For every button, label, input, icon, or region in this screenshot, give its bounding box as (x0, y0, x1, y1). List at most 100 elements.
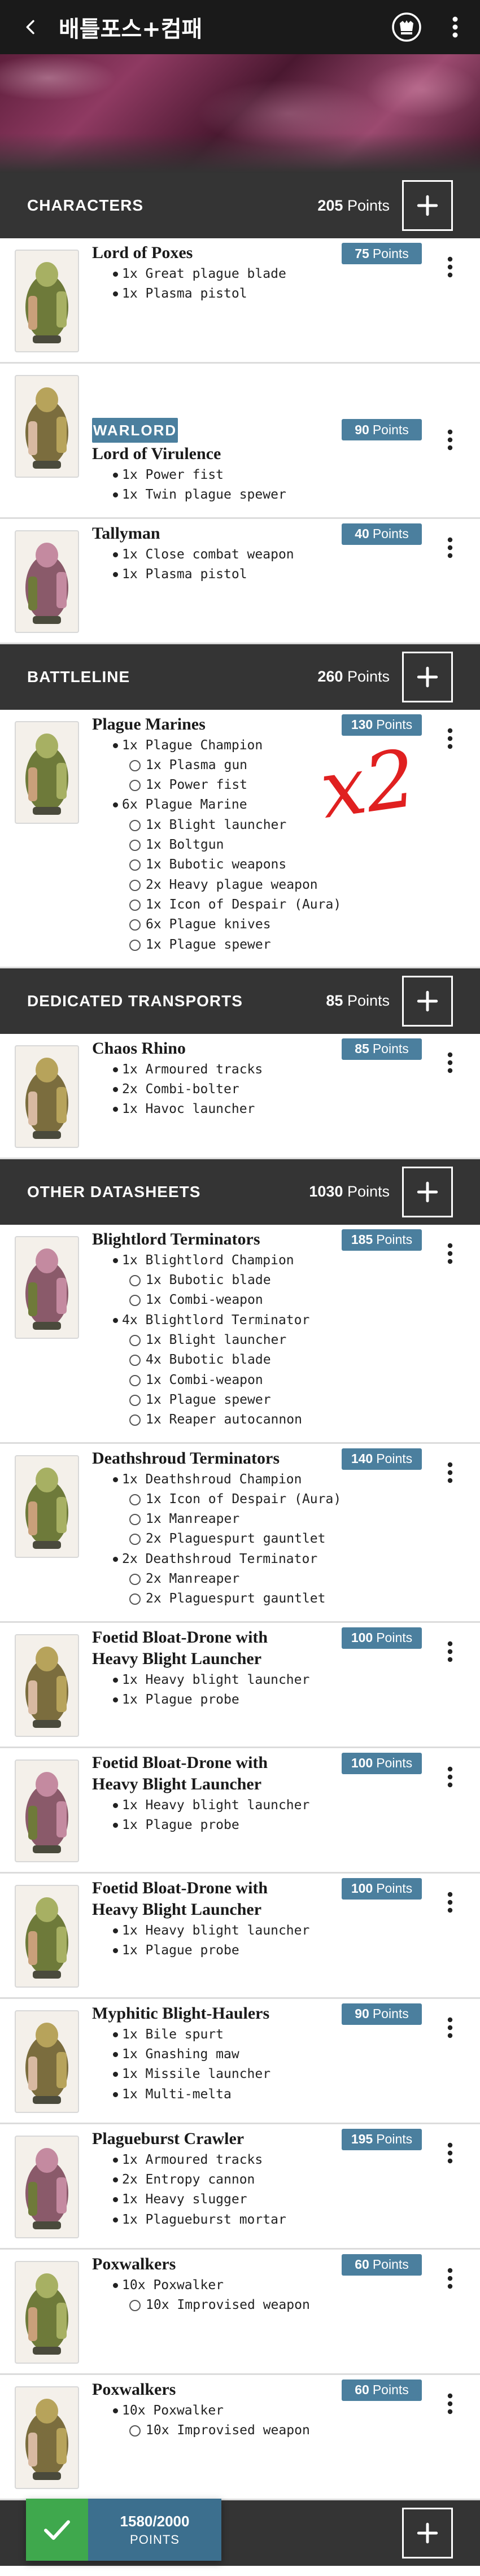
unit-menu-button[interactable] (437, 1759, 463, 1795)
unit-card[interactable]: WARLORD Lord of Virulence 90 Points 1x Power… (0, 364, 480, 519)
unit-name: Foetid Bloat-Drone with (92, 1753, 268, 1772)
unit-menu-button[interactable] (437, 2261, 463, 2296)
wargear-item: 1x Missile launcher (122, 2067, 271, 2082)
unit-card[interactable]: Plagueburst Crawler 195 Points 1x Armoured … (0, 2124, 480, 2250)
unit-card[interactable]: Foetid Bloat-Drone with Heavy Blight Laun… (0, 1623, 480, 1748)
unit-points-value: 100 (351, 1630, 373, 1645)
circle-bullet-icon (129, 939, 141, 951)
bullet-icon (113, 1677, 118, 1683)
unit-menu-button[interactable] (437, 2136, 463, 2171)
bullet-icon (113, 492, 118, 498)
unit-image (15, 375, 79, 478)
bullet-icon (113, 1556, 118, 1562)
add-unit-button[interactable] (402, 651, 453, 702)
wargear-item: 2x Combi-bolter (122, 1082, 239, 1097)
circle-bullet-icon (129, 840, 141, 852)
unit-menu-button[interactable] (437, 250, 463, 285)
bullet-icon (113, 1697, 118, 1702)
circle-bullet-icon (129, 1335, 141, 1347)
unit-name: Deathshroud Terminators (92, 1448, 280, 1468)
more-vertical-icon (447, 2393, 453, 2414)
unit-points-label: Points (372, 2257, 409, 2272)
wargear-item: 10x Poxwalker (122, 2277, 224, 2293)
wargear-item: 1x Bile spurt (122, 2027, 224, 2042)
unit-card[interactable]: Chaos Rhino 85 Points 1x Armoured tracks 2x … (0, 1034, 480, 1159)
back-button[interactable] (14, 10, 49, 45)
circle-bullet-icon (129, 1394, 141, 1406)
add-unit-button[interactable] (402, 180, 453, 231)
add-unit-button[interactable] (402, 975, 453, 1027)
unit-menu-button[interactable] (437, 530, 463, 565)
unit-points-label: Points (372, 2382, 409, 2398)
unit-card[interactable]: Poxwalkers 60 Points 10x Poxwalker 10x Impro… (0, 2375, 480, 2500)
unit-points-label: Points (376, 717, 413, 732)
circle-bullet-icon (129, 859, 141, 871)
validation-status[interactable] (26, 2499, 88, 2561)
more-button[interactable] (444, 10, 466, 45)
points-total-label: POINTS (130, 2532, 180, 2547)
section-points: 85 Points (326, 992, 390, 1010)
wargear-subitem: 1x Reaper autocannon (146, 1412, 302, 1427)
wargear-item: 1x Multi-melta (122, 2086, 232, 2102)
wargear-subitem: 6x Plague knives (146, 917, 271, 932)
unit-menu-button[interactable] (437, 422, 463, 457)
unit-points-value: 60 (355, 2257, 369, 2272)
unit-card[interactable]: Tallyman 40 Points 1x Close combat weapon 1x… (0, 519, 480, 644)
bullet-icon (113, 1802, 118, 1808)
unit-menu-button[interactable] (437, 1236, 463, 1271)
handwritten-annotation: x2 (315, 732, 422, 837)
unit-card[interactable]: Foetid Bloat-Drone with Heavy Blight Laun… (0, 1874, 480, 1999)
points-total-value: 1580/2000 (120, 2512, 190, 2530)
add-unit-button[interactable] (402, 2507, 453, 2558)
wargear-item: 1x Plague probe (122, 1817, 239, 1832)
unit-points-value: 100 (351, 1881, 373, 1896)
unit-menu-button[interactable] (437, 1634, 463, 1669)
wargear-item: 6x Plague Marine (122, 797, 247, 813)
unit-points-label: Points (372, 1041, 409, 1056)
unit-points-badge: 100 Points (342, 1752, 422, 1774)
wargear-item: 1x Armoured tracks (122, 1062, 263, 1077)
wargear-subitem: 2x Plaguespurt gauntlet (146, 1531, 326, 1547)
unit-card[interactable]: Lord of Poxes 75 Points 1x Great plague bla… (0, 238, 480, 364)
unit-image (15, 1759, 79, 1862)
circle-bullet-icon (129, 1494, 141, 1505)
unit-card[interactable]: Myphitic Blight-Haulers 90 Points 1x Bile s… (0, 1999, 480, 2124)
roster-list: CHARACTERS 205 Points Lord of Poxes 75 Point… (0, 173, 480, 2566)
warlord-badge: WARLORD (92, 418, 178, 443)
unit-name-line2: Heavy Blight Launcher (92, 1900, 262, 1919)
wargear-item: 1x Heavy blight launcher (122, 1797, 310, 1813)
unit-image (15, 1455, 79, 1558)
unit-menu-button[interactable] (437, 2010, 463, 2045)
wargear-item: 2x Entropy cannon (122, 2172, 255, 2187)
unit-card[interactable]: Blightlord Terminators 185 Points 1x Blight… (0, 1225, 480, 1444)
unit-points-badge: 75 Points (342, 243, 422, 264)
section-title: DEDICATED TRANSPORTS (27, 992, 243, 1010)
points-summary[interactable]: 1580/2000 POINTS (26, 2499, 221, 2561)
unit-card[interactable]: Foetid Bloat-Drone with Heavy Blight Laun… (0, 1748, 480, 1874)
section-header-other-datasheets: OTHER DATASHEETS 1030 Points (0, 1159, 480, 1225)
unit-menu-button[interactable] (437, 2386, 463, 2421)
wargear-subitem: 1x Manreaper (146, 1512, 240, 1527)
unit-name: Lord of Virulence (92, 444, 221, 463)
unit-name: Plague Marines (92, 714, 206, 733)
section-header-battleline: BATTLELINE 260 Points (0, 644, 480, 710)
unit-name-line2: Heavy Blight Launcher (92, 1774, 262, 1793)
unit-menu-button[interactable] (437, 721, 463, 756)
bullet-icon (113, 1258, 118, 1263)
bullet-icon (113, 2157, 118, 2163)
unit-card[interactable]: Deathshroud Terminators 140 Points 1x Death… (0, 1444, 480, 1623)
unit-card[interactable]: Poxwalkers 60 Points 10x Poxwalker 10x Impro… (0, 2250, 480, 2375)
add-unit-button[interactable] (402, 1166, 453, 1217)
circle-bullet-icon (129, 759, 141, 771)
unit-points-value: 140 (351, 1451, 373, 1466)
circle-bullet-icon (129, 1514, 141, 1526)
unit-points-value: 100 (351, 1756, 373, 1771)
unit-menu-button[interactable] (437, 1045, 463, 1080)
unit-menu-button[interactable] (437, 1455, 463, 1490)
bullet-icon (113, 2051, 118, 2057)
bullet-icon (113, 2408, 118, 2413)
unit-menu-button[interactable] (437, 1885, 463, 1920)
unit-points-badge: 100 Points (342, 1627, 422, 1649)
wargear-item: 1x Armoured tracks (122, 2152, 263, 2167)
army-rules-button[interactable] (390, 10, 424, 44)
